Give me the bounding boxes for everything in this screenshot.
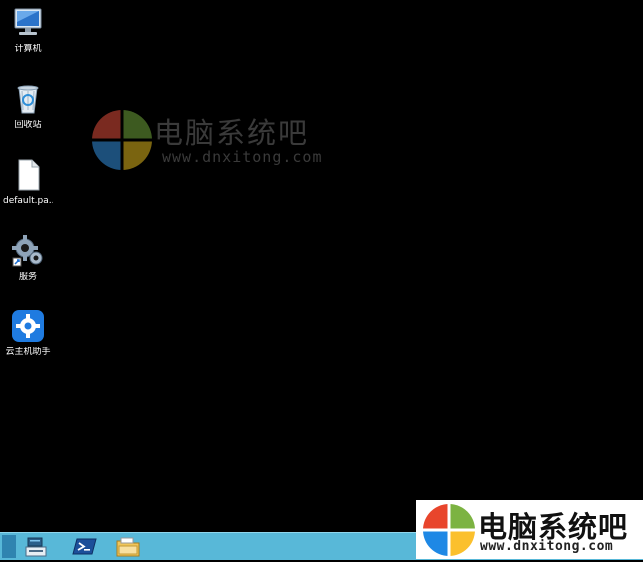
taskbar-server-manager-button[interactable] bbox=[22, 535, 52, 558]
start-button[interactable] bbox=[2, 535, 16, 558]
windows-logo-icon bbox=[92, 110, 152, 170]
brand-overlay: 电脑系统吧 www.dnxitong.com bbox=[416, 500, 643, 559]
powershell-icon bbox=[72, 538, 97, 555]
file-explorer-icon bbox=[116, 537, 140, 557]
desktop-icon-computer[interactable]: 计算机 bbox=[3, 6, 53, 55]
watermark-url: www.dnxitong.com bbox=[162, 148, 323, 166]
desktop-icon-label: 回收站 bbox=[14, 120, 42, 130]
services-gear-icon bbox=[11, 234, 45, 268]
file-icon bbox=[11, 158, 45, 192]
taskbar-powershell-button[interactable] bbox=[70, 535, 100, 558]
watermark-title: 电脑系统吧 bbox=[154, 116, 310, 150]
desktop-icon-label: 计算机 bbox=[14, 44, 42, 54]
desktop[interactable]: 计算机 回收站 default.pa... 服务 云主机助手 电脑系统吧 www… bbox=[0, 0, 643, 532]
desktop-icon-label: default.pa... bbox=[3, 196, 53, 206]
cloud-host-assistant-icon bbox=[11, 309, 45, 343]
brand-logo-icon bbox=[423, 504, 475, 556]
desktop-icon-label: 云主机助手 bbox=[5, 347, 51, 357]
desktop-icon-label: 服务 bbox=[18, 272, 37, 282]
brand-url: www.dnxitong.com bbox=[480, 539, 614, 554]
watermark: 电脑系统吧 www.dnxitong.com bbox=[92, 108, 352, 174]
desktop-icon-services[interactable]: 服务 bbox=[3, 234, 53, 283]
recycle-bin-icon bbox=[11, 82, 45, 116]
taskbar-file-explorer-button[interactable] bbox=[113, 535, 143, 558]
desktop-icon-cloud-assistant[interactable]: 云主机助手 bbox=[3, 309, 53, 358]
desktop-icon-recycle-bin[interactable]: 回收站 bbox=[3, 82, 53, 131]
computer-icon bbox=[11, 6, 45, 40]
server-manager-icon bbox=[25, 537, 47, 557]
desktop-icon-default-file[interactable]: default.pa... bbox=[3, 158, 53, 207]
